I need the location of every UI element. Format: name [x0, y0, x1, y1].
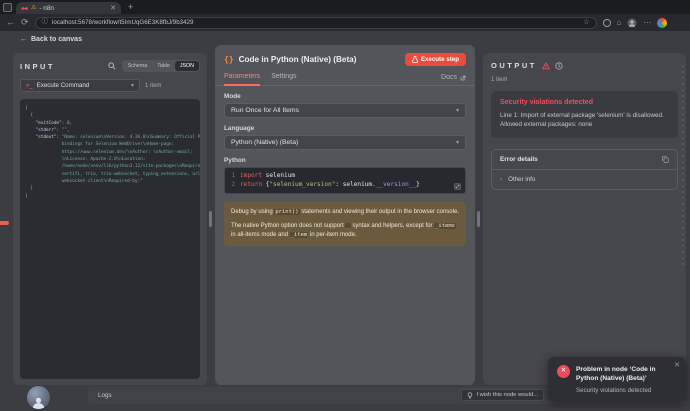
- error-triangle-icon: [542, 62, 550, 70]
- error-toast[interactable]: ✕ Problem in node ‘Code in Python (Nativ…: [548, 357, 686, 402]
- error-details-row[interactable]: Error details: [492, 150, 677, 169]
- url-text[interactable]: localhost:5678/workflow/t5ImUqG6E3K8fbJ/…: [52, 19, 579, 26]
- notice-line-1: Debug by using print() statements and vi…: [231, 208, 459, 217]
- input-panel: INPUT Schema Table JSON >_ Execute Comma…: [13, 53, 207, 385]
- input-view-switcher: Schema Table JSON: [122, 60, 200, 72]
- mode-label: Mode: [224, 93, 466, 100]
- language-value: Python (Native) (Beta): [231, 139, 298, 146]
- output-panel-title: OUTPUT: [491, 61, 537, 70]
- error-message: Line 1: Import of external package 'sele…: [500, 111, 669, 130]
- other-info-row[interactable]: › Other info: [492, 170, 677, 189]
- chevron-down-icon: ▾: [131, 83, 134, 89]
- account-icon[interactable]: [627, 18, 637, 28]
- tab-search-icon[interactable]: [3, 3, 12, 12]
- extension-icon[interactable]: [603, 19, 611, 27]
- panel-resize-handle-right[interactable]: [477, 211, 480, 227]
- menu-dots-icon[interactable]: ⋯: [643, 19, 651, 27]
- python-code-editor[interactable]: 1import selenium2return {"selenium_versi…: [224, 167, 466, 194]
- site-info-icon[interactable]: ⓘ: [42, 19, 49, 26]
- lightbulb-icon: [467, 392, 473, 399]
- n8n-app: ← Back to canvas INPUT Schema Table JSON…: [0, 31, 690, 411]
- toast-close-icon[interactable]: ✕: [674, 362, 680, 369]
- browser-tabstrip: ⚠ - n8n ✕ +: [0, 0, 690, 14]
- output-panel: OUTPUT 1 item Security violations detect…: [483, 53, 686, 385]
- chevron-down-icon: ▾: [456, 108, 459, 114]
- execute-step-label: Execute step: [421, 56, 459, 63]
- execute-step-button[interactable]: Execute step: [405, 53, 466, 66]
- back-to-canvas-link[interactable]: ← Back to canvas: [20, 36, 82, 43]
- search-icon[interactable]: [108, 62, 116, 70]
- other-info-label: Other info: [508, 176, 535, 183]
- docs-label: Docs: [441, 74, 457, 81]
- tab-table[interactable]: Table: [152, 61, 175, 71]
- copy-icon[interactable]: [662, 156, 669, 163]
- external-link-icon: [460, 75, 466, 81]
- toast-error-icon: ✕: [557, 365, 570, 378]
- back-arrow-icon: ←: [20, 36, 27, 43]
- node-detail-panel: {} Code in Python (Native) (Beta) Execut…: [215, 45, 475, 385]
- browser-window: ⚠ - n8n ✕ + ← ⟳ ⓘ localhost:5678/workflo…: [0, 0, 690, 411]
- new-tab-button[interactable]: +: [128, 3, 133, 12]
- expand-editor-icon[interactable]: [454, 183, 461, 190]
- wish-node-label: I wish this node would...: [476, 392, 538, 398]
- home-icon[interactable]: ⌂: [617, 19, 622, 27]
- input-panel-title: INPUT: [20, 62, 55, 71]
- language-label: Language: [224, 125, 466, 132]
- reload-icon[interactable]: ⟳: [21, 18, 29, 27]
- python-code-editor-lines: 1import selenium2return {"selenium_versi…: [225, 172, 465, 189]
- user-avatar[interactable]: [27, 386, 50, 409]
- tab-title: - n8n: [39, 5, 107, 12]
- browser-toolbar: ← ⟳ ⓘ localhost:5678/workflow/t5ImUqG6E3…: [0, 14, 690, 31]
- address-bar[interactable]: ⓘ localhost:5678/workflow/t5ImUqG6E3K8fb…: [35, 17, 597, 29]
- n8n-favicon-icon: [21, 5, 28, 12]
- input-json-view[interactable]: [ { "exitCode": 0, "stderr": "", "stdout…: [20, 99, 200, 379]
- mode-select[interactable]: Run Once for All Items ▾: [224, 103, 466, 118]
- toast-message: Security violations detected: [576, 387, 677, 394]
- wish-node-button[interactable]: I wish this node would...: [461, 389, 544, 401]
- code-node-icon: {}: [224, 55, 234, 64]
- error-details-label: Error details: [500, 156, 538, 163]
- notice-line-2: The native Python option does not suppor…: [231, 222, 459, 240]
- output-scrollbar[interactable]: [682, 65, 684, 265]
- tab-settings[interactable]: Settings: [271, 73, 296, 86]
- browser-profile-icon[interactable]: [657, 18, 667, 28]
- python-debug-notice: Debug by using print() statements and vi…: [224, 202, 466, 246]
- language-select[interactable]: Python (Native) (Beta) ▾: [224, 135, 466, 150]
- output-items-count: 1 item: [491, 77, 678, 83]
- input-source-label: Execute Command: [37, 82, 90, 89]
- tab-warning-icon: ⚠: [31, 5, 36, 11]
- tab-schema[interactable]: Schema: [123, 61, 152, 71]
- chevron-down-icon: ▾: [456, 140, 459, 146]
- mode-value: Run Once for All Items: [231, 107, 299, 114]
- tab-json[interactable]: JSON: [175, 61, 199, 71]
- docs-link[interactable]: Docs: [441, 74, 466, 85]
- browser-tab[interactable]: ⚠ - n8n ✕: [16, 2, 121, 14]
- back-to-canvas-label: Back to canvas: [31, 36, 82, 43]
- run-history-icon[interactable]: [555, 62, 563, 70]
- chevron-right-icon: ›: [500, 176, 502, 183]
- tab-parameters[interactable]: Parameters: [224, 73, 260, 86]
- error-details-card: Error details › Other info: [491, 149, 678, 190]
- flask-icon: [412, 56, 418, 63]
- input-source-select[interactable]: >_ Execute Command ▾: [20, 79, 140, 92]
- back-icon[interactable]: ←: [6, 18, 15, 27]
- tab-close-icon[interactable]: ✕: [110, 5, 116, 12]
- python-code-label: Python: [224, 157, 466, 164]
- bookmark-star-icon[interactable]: ☆: [583, 19, 589, 26]
- node-title: Code in Python (Native) (Beta): [239, 55, 357, 64]
- error-title: Security violations detected: [500, 99, 669, 106]
- panel-resize-handle-left[interactable]: [209, 211, 212, 227]
- toast-title: Problem in node ‘Code in Python (Native)…: [576, 365, 677, 383]
- input-panel-edge-handle[interactable]: [0, 221, 9, 225]
- input-items-count: 1 item: [145, 83, 161, 89]
- error-card: Security violations detected Line 1: Imp…: [491, 91, 678, 138]
- execute-command-node-icon: >_: [26, 83, 33, 89]
